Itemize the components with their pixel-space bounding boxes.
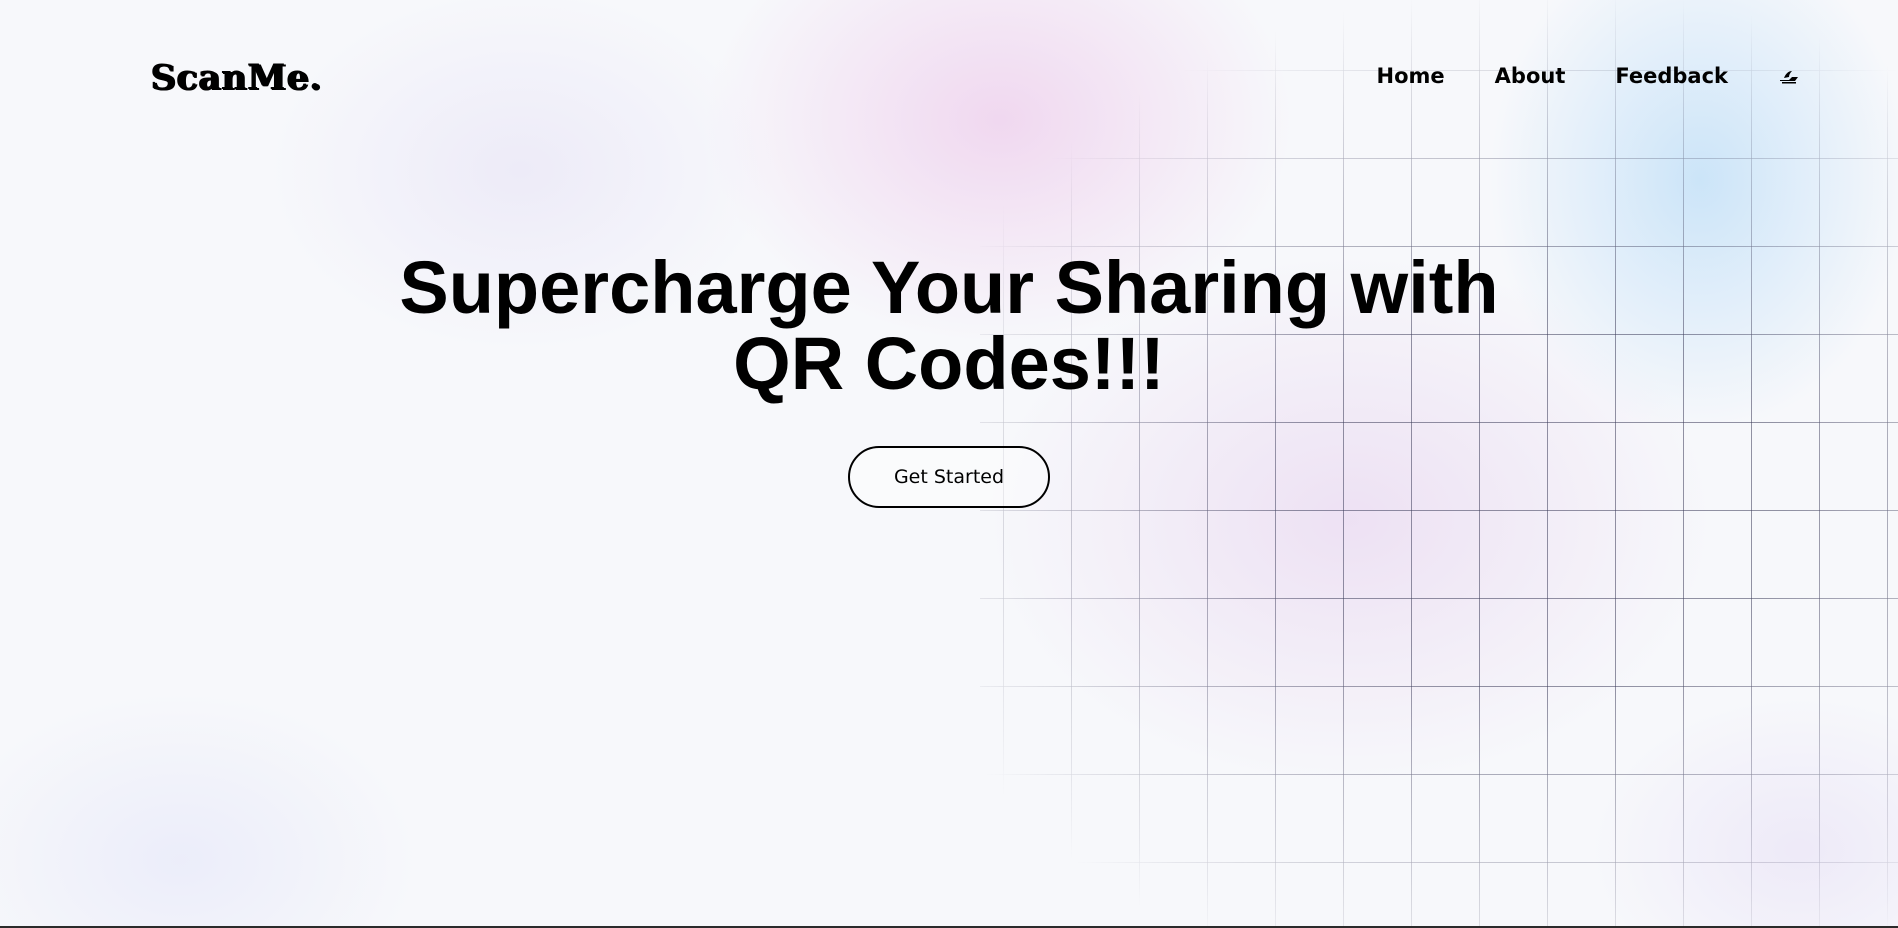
hero-title-line-2: QR Codes!!!: [733, 322, 1165, 405]
theme-toggle-icon[interactable]: [1778, 65, 1800, 87]
hero-section: Supercharge Your Sharing with QR Codes!!…: [0, 250, 1898, 508]
nav-link-about[interactable]: About: [1495, 64, 1566, 88]
hero-title-line-1: Supercharge Your Sharing with: [399, 246, 1499, 329]
nav-link-home[interactable]: Home: [1377, 64, 1445, 88]
navbar: ScanMe. Home About Feedback: [150, 40, 1800, 112]
nav-link-feedback[interactable]: Feedback: [1615, 64, 1728, 88]
nav-links: Home About Feedback: [1377, 64, 1800, 88]
get-started-button[interactable]: Get Started: [848, 446, 1050, 508]
landing-page: ScanMe. Home About Feedback Supercharge …: [0, 0, 1898, 928]
hero-title: Supercharge Your Sharing with QR Codes!!…: [349, 250, 1549, 402]
brand-logo[interactable]: ScanMe.: [150, 57, 321, 98]
